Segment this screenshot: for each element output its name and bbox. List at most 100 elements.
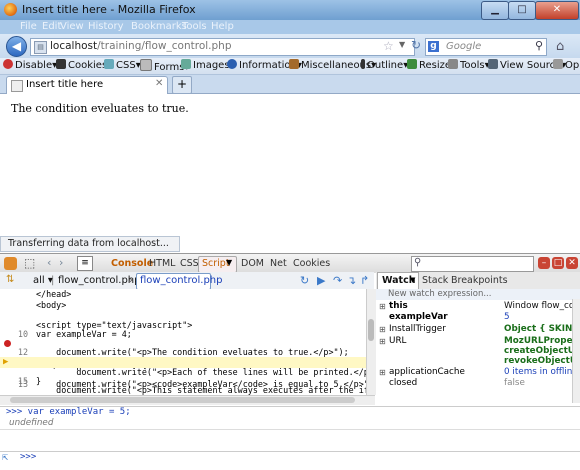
tab-console[interactable]: Console (111, 258, 153, 269)
resize-icon (407, 59, 417, 69)
wd-tools[interactable]: Tools▾ (448, 59, 490, 71)
url-text: localhost/training/flow_control.php (50, 40, 232, 52)
tab-net[interactable]: Net (270, 258, 287, 269)
firefox-logo-icon (4, 3, 17, 16)
search-bar[interactable]: g Google ⚲ (425, 38, 547, 56)
tab-cookies[interactable]: Cookies (293, 258, 330, 269)
tab-script[interactable]: Script ▼ (198, 256, 237, 273)
maximize-button[interactable]: □ (508, 1, 536, 20)
command-prompt: >>> (20, 452, 37, 462)
search-placeholder: Google (446, 41, 482, 52)
page-paragraph: The condition eveluates to true. (11, 102, 189, 115)
watch-row[interactable]: ⊞ applicationCache 0 items in offline c (376, 367, 580, 378)
google-icon[interactable]: g (428, 41, 439, 52)
miscellaneous-icon (289, 59, 299, 69)
menu-tools[interactable]: Tools (182, 21, 207, 32)
code-scroll-thumb[interactable] (368, 319, 374, 341)
step-out-icon[interactable]: ↱ (360, 274, 369, 287)
wd-options[interactable]: Op (553, 59, 579, 71)
options-icon (553, 59, 563, 69)
new-watch-input[interactable]: New watch expression... (376, 289, 580, 300)
tab-html[interactable]: HTML (149, 258, 175, 269)
tab-css[interactable]: CSS (180, 258, 199, 269)
watch-panel: New watch expression... ⊞ this Window flow… (376, 289, 580, 404)
bookmark-star-icon[interactable]: ☆ (383, 39, 394, 53)
watch-row[interactable]: exampleVar 5 (376, 312, 580, 323)
status-bar: Transferring data from localhost... (0, 236, 180, 252)
menu-history[interactable]: History (88, 21, 124, 32)
menu-help[interactable]: Help (211, 21, 234, 32)
watch-scrollbar[interactable] (572, 299, 580, 403)
code-hscroll-thumb[interactable] (10, 397, 355, 403)
menu-edit[interactable]: Edit (42, 21, 61, 32)
wd-disable[interactable]: Disable▾ (3, 59, 57, 71)
url-dropdown-icon[interactable]: ▼ (399, 40, 405, 49)
breakpoints-toggle-icon[interactable]: ⇅ (6, 274, 14, 285)
firebug-search-icon: ⚲ (414, 257, 422, 268)
firebug-detach-button[interactable]: □ (552, 257, 564, 269)
tab-bar: Insert title here ✕ + (0, 75, 580, 94)
tab-stack[interactable]: Stack (422, 275, 448, 286)
continue-icon[interactable]: ▶ (317, 274, 325, 287)
console-command-echo: >>> var exampleVar = 5; (0, 406, 580, 418)
tools-icon (448, 59, 458, 69)
css-icon (104, 59, 114, 69)
firebug-minimize-button[interactable]: – (538, 257, 550, 269)
information-icon (227, 59, 237, 69)
script-sub-toolbar: ⇅ all ▾ | flow_control.php ▾ « flow_cont… (0, 272, 374, 290)
menu-list-icon[interactable]: ≡ (77, 256, 93, 271)
menu-bookmarks[interactable]: Bookmarks (131, 21, 187, 32)
tab-dom[interactable]: DOM (241, 258, 264, 269)
page-icon: ▤ (34, 41, 47, 54)
tab-insert-title[interactable]: Insert title here ✕ (6, 76, 168, 94)
code-horizontal-scrollbar[interactable] (0, 395, 375, 405)
firebug-toolbar: ⬚ ‹ › ≡ Console HTML CSS Script ▼ DOM Ne… (0, 253, 580, 273)
code-vertical-scrollbar[interactable] (366, 289, 376, 395)
forward-nav-icon[interactable]: › (59, 256, 63, 269)
watch-row[interactable]: ⊞ this Window flow_co (376, 301, 580, 312)
reload-icon[interactable]: ↻ (411, 38, 421, 52)
step-over-icon[interactable]: ↷ (333, 274, 342, 287)
close-button[interactable]: ✕ (535, 1, 579, 20)
breakpoint-icon[interactable] (4, 340, 11, 347)
expand-icon: ⊞ (379, 325, 386, 334)
watch-row: revokeObjectUR (504, 356, 580, 366)
watch-row[interactable]: ⊞ InstallTrigger Object { SKIN=1 (376, 324, 580, 335)
firebug-close-button[interactable]: ✕ (566, 257, 578, 269)
back-button[interactable]: ◀ (6, 36, 27, 57)
tab-close-icon[interactable]: ✕ (155, 78, 163, 89)
expand-icon: ⊞ (379, 368, 386, 377)
back-nav-icon[interactable]: ‹ (47, 256, 51, 269)
cookies-icon (56, 59, 66, 69)
script-code-view[interactable]: </head> <body> <script type="text/javasc… (0, 289, 367, 395)
firebug-icon[interactable] (4, 257, 17, 270)
tab-label: Insert title here (26, 79, 104, 90)
wd-outline[interactable]: Outline▾ (361, 59, 408, 71)
menu-view[interactable]: View (60, 21, 84, 32)
code-line: <body> (36, 300, 67, 310)
new-tab-button[interactable]: + (172, 76, 192, 94)
home-icon[interactable]: ⌂ (556, 39, 564, 54)
command-expand-icon[interactable]: ⇱ (2, 452, 8, 463)
firebug-search-input[interactable]: ⚲ (411, 256, 534, 272)
status-text: Transferring data from localhost... (8, 238, 169, 249)
search-magnifier-icon[interactable]: ⚲ (535, 39, 543, 52)
rerun-icon[interactable]: ↻ (300, 274, 309, 287)
inspect-icon[interactable]: ⬚ (24, 256, 35, 270)
tab-watch[interactable]: Watch ▼ (377, 272, 419, 289)
title-bar: Insert title here - Mozilla Firefox ▁ □ … (0, 0, 580, 20)
url-bar[interactable]: ▤ localhost/training/flow_control.php ☆ … (30, 38, 421, 56)
step-into-icon[interactable]: ↴ (347, 274, 356, 287)
filter-dropdown[interactable]: all ▾ (33, 275, 53, 286)
minimize-button[interactable]: ▁ (481, 1, 509, 20)
menu-file[interactable]: File (20, 21, 37, 32)
code-line: </head> (36, 289, 72, 299)
wd-css[interactable]: CSS▾ (104, 59, 141, 71)
active-file[interactable]: flow_control.php (136, 273, 222, 290)
watch-row[interactable]: closed false (376, 378, 580, 389)
command-line[interactable]: ⇱ >>> (0, 451, 580, 464)
navigation-bar: ◀ ▤ localhost/training/flow_control.php … (0, 34, 580, 58)
console-result: undefined (0, 418, 580, 430)
menu-bar: File Edit View History Bookmarks Tools H… (0, 20, 580, 34)
tab-breakpoints[interactable]: Breakpoints (451, 275, 508, 286)
